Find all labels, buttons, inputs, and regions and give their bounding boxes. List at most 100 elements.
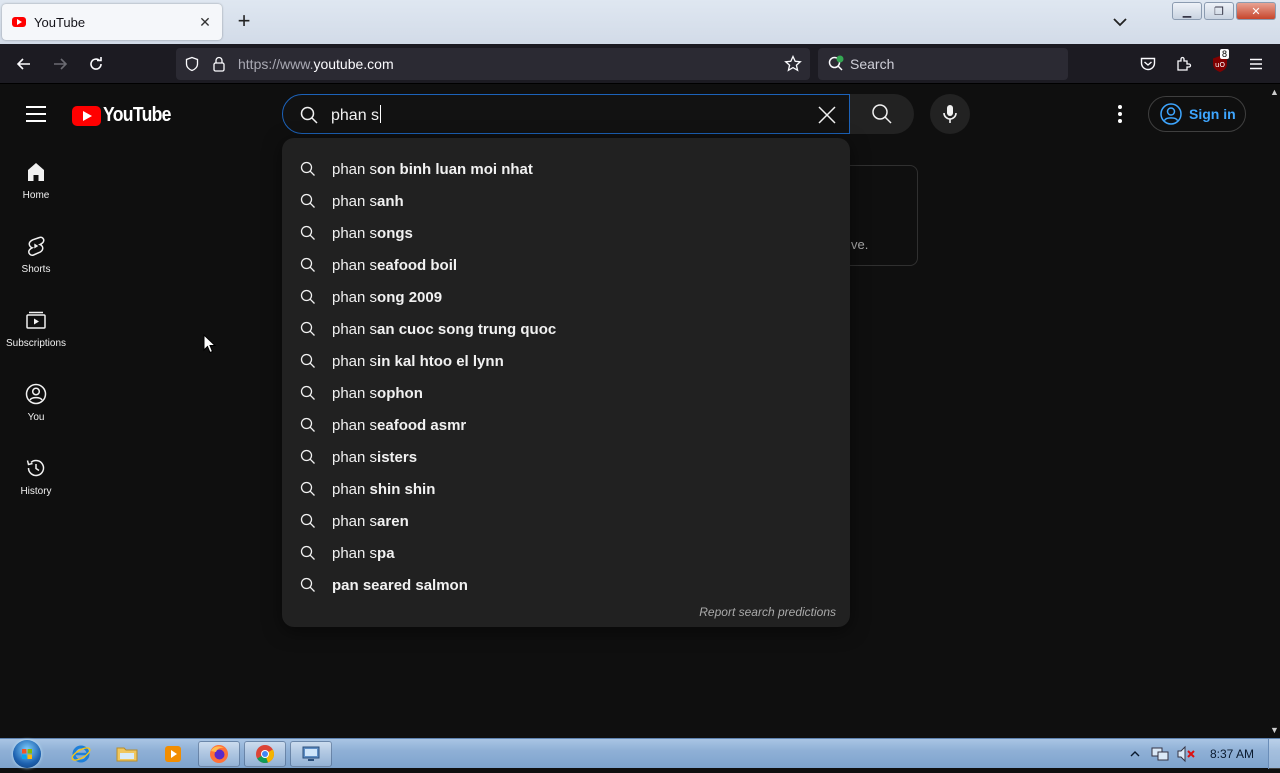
- scroll-down-arrow-icon[interactable]: ▼: [1270, 726, 1279, 735]
- guide-menu-button[interactable]: [20, 98, 52, 130]
- search-icon: [300, 353, 315, 368]
- show-hidden-icons-icon[interactable]: [1128, 747, 1142, 761]
- url-text[interactable]: https://www.youtube.com: [238, 56, 394, 72]
- suggestion-item[interactable]: phan shin shin: [282, 473, 850, 505]
- youtube-logo[interactable]: YouTube: [72, 104, 180, 127]
- suggestion-prefix: phan s: [332, 256, 378, 274]
- search-engine-icon: [828, 55, 844, 71]
- suggestion-item[interactable]: phan seafood asmr: [282, 409, 850, 441]
- clear-search-button[interactable]: [813, 101, 841, 129]
- voice-search-button[interactable]: [930, 94, 970, 134]
- scroll-up-arrow-icon[interactable]: ▲: [1270, 88, 1279, 97]
- search-icon: [300, 257, 315, 272]
- browser-tab-strip: YouTube ✕ + ▁ ❐ ✕: [0, 0, 1280, 44]
- suggestion-item[interactable]: phan san cuoc song trung quoc: [282, 313, 850, 345]
- youtube-logo-text: YouTube: [103, 104, 171, 126]
- suggestion-item[interactable]: phan song 2009: [282, 281, 850, 313]
- show-desktop-button[interactable]: [1268, 739, 1280, 769]
- extension-count-badge: 8: [1220, 49, 1230, 59]
- sidebar-item-label: You: [27, 412, 45, 423]
- suggestion-prefix: phan s: [332, 320, 378, 338]
- report-search-predictions-link[interactable]: Report search predictions: [699, 605, 836, 619]
- dot-icon: [1118, 112, 1122, 116]
- search-icon: [300, 385, 315, 400]
- taskbar-media-player[interactable]: [152, 741, 194, 767]
- suggestion-completion: in kal htoo el lynn: [377, 352, 504, 370]
- suggestion-item[interactable]: phan sin kal htoo el lynn: [282, 345, 850, 377]
- sidebar-item-label: History: [20, 486, 52, 497]
- history-icon: [26, 459, 45, 477]
- search-suggestions-dropdown: phan son binh luan moi nhat phan sanh ph…: [282, 138, 850, 627]
- volume-muted-icon[interactable]: [1176, 745, 1196, 763]
- taskbar-firefox[interactable]: [198, 741, 240, 767]
- taskbar-remote-desktop[interactable]: [290, 741, 332, 767]
- taskbar-clock[interactable]: 8:37 AM: [1210, 747, 1254, 761]
- suggestion-prefix: phan s: [332, 384, 378, 402]
- search-icon: [300, 577, 315, 592]
- menu-bar-icon: [26, 106, 46, 108]
- tab-title: YouTube: [34, 14, 86, 30]
- bookmark-star-icon[interactable]: [784, 55, 802, 73]
- new-tab-button[interactable]: +: [232, 10, 256, 34]
- suggestion-item[interactable]: phan seafood boil: [282, 249, 850, 281]
- sidebar-item-history[interactable]: History: [0, 438, 72, 512]
- suggestion-prefix: phan s: [332, 544, 378, 562]
- suggestion-completion: isters: [377, 448, 418, 466]
- list-all-tabs-button[interactable]: [1108, 12, 1132, 32]
- window-close-button[interactable]: ✕: [1236, 2, 1276, 20]
- taskbar-chrome[interactable]: [244, 741, 286, 767]
- suggestion-item[interactable]: phan spa: [282, 537, 850, 569]
- firefox-icon: [210, 745, 228, 763]
- close-icon: [818, 106, 836, 124]
- suggestion-completion: ongs: [377, 224, 413, 242]
- browser-search-placeholder: Search: [850, 56, 895, 72]
- suggestion-item[interactable]: phan son binh luan moi nhat: [282, 153, 850, 185]
- pocket-button[interactable]: [1136, 52, 1160, 76]
- sign-in-button[interactable]: Sign in: [1148, 96, 1246, 132]
- suggestion-item[interactable]: phan songs: [282, 217, 850, 249]
- app-menu-button[interactable]: [1244, 52, 1268, 76]
- tab-close-icon[interactable]: ✕: [196, 14, 214, 31]
- suggestion-item[interactable]: phan sophon: [282, 377, 850, 409]
- suggestion-completion: pa: [377, 544, 395, 562]
- shield-icon[interactable]: [184, 56, 200, 72]
- suggestion-item[interactable]: phan saren: [282, 505, 850, 537]
- suggestion-item[interactable]: pan seared salmon: [282, 569, 850, 601]
- lock-icon[interactable]: [212, 55, 226, 73]
- taskbar-file-explorer[interactable]: [106, 741, 148, 767]
- sidebar-item-home[interactable]: Home: [0, 142, 72, 216]
- address-bar[interactable]: https://www.youtube.com: [176, 48, 810, 80]
- restore-button[interactable]: ❐: [1204, 2, 1234, 20]
- search-submit-button[interactable]: [850, 94, 914, 134]
- ublock-extension-button[interactable]: uO 8: [1208, 49, 1232, 76]
- search-input[interactable]: phan s: [282, 94, 850, 134]
- sidebar-item-shorts[interactable]: Shorts: [0, 216, 72, 290]
- extensions-button[interactable]: [1172, 52, 1196, 76]
- suggestion-completion: shin shin: [369, 480, 436, 498]
- search-icon: [872, 104, 892, 124]
- page-scrollbar[interactable]: ▲ ▼: [1268, 84, 1280, 738]
- suggestion-completion: aren: [377, 512, 409, 530]
- internet-explorer-icon: [71, 745, 91, 763]
- taskbar-internet-explorer[interactable]: [60, 741, 102, 767]
- system-tray: 8:37 AM: [1128, 739, 1280, 769]
- suggestion-item[interactable]: phan sanh: [282, 185, 850, 217]
- back-button[interactable]: [12, 52, 36, 76]
- browser-search-bar[interactable]: Search: [818, 48, 1068, 80]
- settings-more-button[interactable]: [1108, 98, 1132, 130]
- suggestion-prefix: phan s: [332, 288, 378, 306]
- browser-toolbar: https://www.youtube.com Search uO 8: [0, 44, 1280, 84]
- network-icon[interactable]: [1150, 745, 1170, 763]
- suggestion-completion: ong 2009: [377, 288, 443, 306]
- forward-button[interactable]: [48, 52, 72, 76]
- tab-youtube[interactable]: YouTube ✕: [2, 4, 222, 40]
- start-button[interactable]: [8, 739, 46, 769]
- background-card-text: ve.: [851, 237, 869, 252]
- suggestion-item[interactable]: phan sisters: [282, 441, 850, 473]
- sidebar-item-you[interactable]: You: [0, 364, 72, 438]
- minimize-button[interactable]: ▁: [1172, 2, 1202, 20]
- reload-button[interactable]: [84, 52, 108, 76]
- sidebar-item-subscriptions[interactable]: Subscriptions: [0, 290, 72, 364]
- search-icon: [300, 545, 315, 560]
- search-icon: [300, 289, 315, 304]
